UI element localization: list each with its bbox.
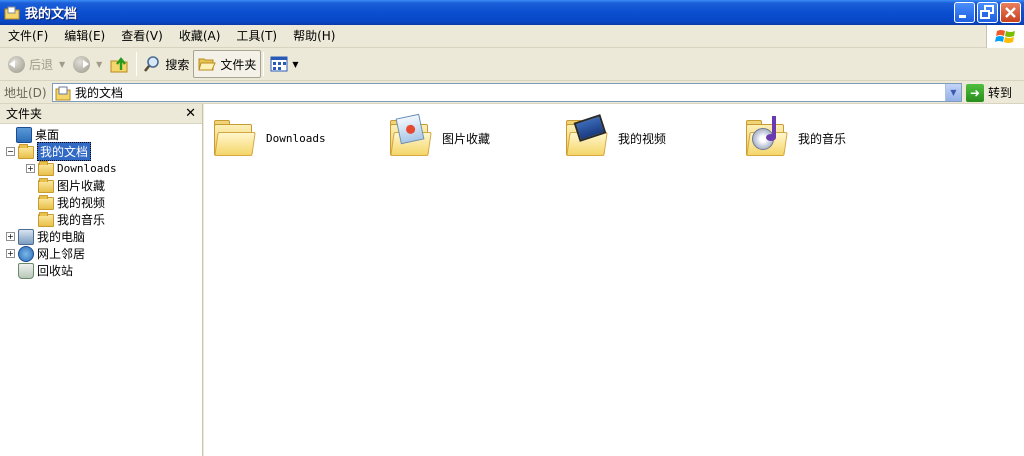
file-item-music[interactable]: 我的音乐 [746,114,846,162]
tree-item-label: Downloads [57,162,117,175]
folder-icon [214,120,256,156]
tree-item-recycle-bin[interactable]: 回收站 [6,262,73,279]
file-item-downloads[interactable]: Downloads [214,114,326,162]
search-icon [144,56,160,72]
tree-item-label: 我的视频 [57,196,106,210]
expand-icon[interactable]: + [6,232,15,241]
views-grid-icon [270,56,288,72]
back-arrow-icon [8,55,25,73]
tree-item-label: 网上邻居 [37,247,86,261]
folder-pane-header: 文件夹 ✕ [0,104,202,124]
address-value: 我的文档 [75,86,124,100]
address-input[interactable]: 我的文档 ▼ [52,83,962,102]
pictures-folder-icon [38,178,54,193]
file-item-label: 我的音乐 [798,131,847,146]
folders-button[interactable]: 文件夹 [193,50,262,78]
toolbar: 后退 ▼ ▼ 搜索 文件夹 ▼ [0,48,1024,81]
tree-item-downloads[interactable]: + Downloads [26,160,117,177]
chevron-down-icon[interactable]: ▼ [59,60,65,69]
file-list: Downloads 图片收藏 我的视频 我的音乐 [204,104,1024,456]
expand-icon[interactable]: + [6,249,15,258]
tree-item-label: 图片收藏 [57,179,106,193]
address-label: 地址(D) [4,85,47,100]
go-button[interactable]: ➜ 转到 [966,82,1012,103]
restore-button[interactable] [977,2,998,23]
windows-logo-icon [986,25,1024,48]
tree-item-videos[interactable]: 我的视频 [26,194,105,211]
go-label: 转到 [988,86,1013,100]
tree-item-label: 我的文档 [37,142,92,161]
tree-item-network[interactable]: + 网上邻居 [6,245,85,262]
folders-label: 文件夹 [220,57,257,72]
file-item-pictures[interactable]: 图片收藏 [390,113,491,162]
window-title: 我的文档 [25,7,78,22]
menu-bar: 文件(F) 编辑(E) 查看(V) 收藏(A) 工具(T) 帮助(H) [0,25,1024,48]
file-item-label: 我的视频 [618,131,667,146]
minimize-button[interactable] [954,2,975,23]
my-documents-icon [55,86,71,100]
file-item-label: 图片收藏 [442,131,491,146]
tree-item-pictures[interactable]: 图片收藏 [26,177,105,194]
folder-pane-title: 文件夹 [6,107,43,121]
tree-item-label: 我的音乐 [57,213,106,227]
toolbar-divider [136,52,138,76]
my-computer-icon [18,228,34,245]
music-folder-icon [38,212,54,227]
close-icon[interactable]: ✕ [185,106,196,121]
tree-item-label: 桌面 [35,128,60,142]
search-label: 搜索 [165,57,190,72]
collapse-icon[interactable]: − [6,147,15,156]
menu-view[interactable]: 查看(V) [113,26,171,46]
tree-item-desktop[interactable]: 桌面 [4,126,59,143]
menu-tools[interactable]: 工具(T) [228,26,285,46]
toolbar-divider [263,52,265,76]
file-item-videos[interactable]: 我的视频 [566,114,666,162]
folder-pane: 文件夹 ✕ 桌面 − 我的文档 + Downloads 图片收藏 我的视频 我的… [0,104,203,456]
desktop-icon [16,126,32,143]
search-button[interactable]: 搜索 [139,50,193,78]
tree-item-label: 回收站 [37,264,74,278]
my-documents-icon [18,144,34,159]
minimize-icon [959,15,966,18]
network-places-icon [18,245,34,262]
address-dropdown-icon[interactable]: ▼ [945,84,961,101]
tree-item-my-computer[interactable]: + 我的电脑 [6,228,85,245]
go-arrow-icon: ➜ [966,83,984,102]
music-folder-icon [746,116,788,156]
menu-help[interactable]: 帮助(H) [285,26,343,46]
up-folder-icon [110,57,128,73]
expand-icon[interactable]: + [26,164,35,173]
chevron-down-icon: ▼ [292,59,299,69]
videos-folder-icon [38,195,54,210]
views-button[interactable]: ▼ [266,50,302,78]
folder-open-icon [198,58,217,71]
title-bar[interactable]: 我的文档 [0,0,1024,25]
close-button[interactable] [1000,2,1021,23]
chevron-down-icon[interactable]: ▼ [96,60,102,69]
file-item-label: Downloads [266,131,326,145]
forward-button[interactable]: ▼ [69,50,106,78]
tree-item-my-documents[interactable]: − 我的文档 [6,142,92,161]
menu-edit[interactable]: 编辑(E) [56,26,113,46]
tree-item-label: 我的电脑 [37,230,86,244]
pictures-folder-icon [390,113,432,156]
tree-item-music[interactable]: 我的音乐 [26,211,105,228]
restore-icon [980,5,994,19]
folder-icon [4,5,20,21]
recycle-bin-icon [18,262,34,279]
videos-folder-icon [566,114,608,156]
menu-favorites[interactable]: 收藏(A) [171,26,229,46]
back-label: 后退 [29,57,54,72]
folder-icon [38,161,54,176]
close-icon [1005,7,1016,18]
address-bar: 地址(D) 我的文档 ▼ ➜ 转到 [0,81,1024,104]
forward-arrow-icon [73,55,91,73]
up-folder-button[interactable] [106,50,134,78]
menu-file[interactable]: 文件(F) [0,26,56,46]
back-button[interactable]: 后退 ▼ [4,50,69,78]
